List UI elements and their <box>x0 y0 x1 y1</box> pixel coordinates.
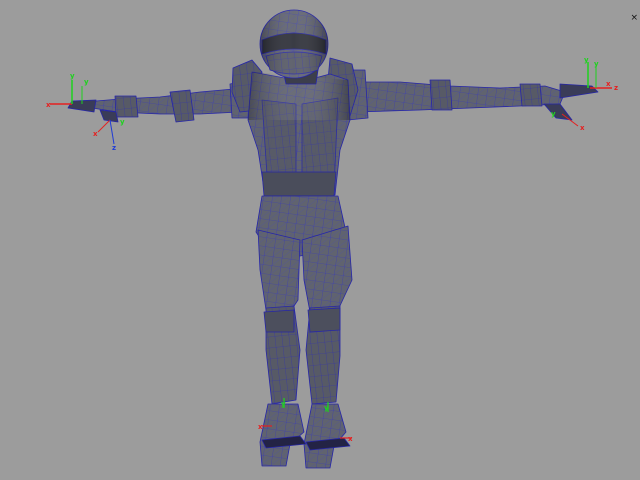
3d-viewport[interactable]: × x y y x z y x z y y y x y x y x <box>0 0 640 480</box>
character-mesh[interactable] <box>67 9 599 469</box>
y-axis-label: y <box>551 110 556 118</box>
x-axis-label: x <box>93 130 98 138</box>
y-axis-label: y <box>281 400 286 408</box>
right-arm-mesh[interactable] <box>344 69 566 121</box>
scene-canvas[interactable]: x y y x z y x z y y y x y x y x <box>0 0 640 480</box>
z-axis-label: z <box>614 84 618 92</box>
x-axis-label: x <box>258 423 263 431</box>
x-axis-label: x <box>348 435 353 443</box>
y-axis-label: y <box>120 118 125 126</box>
x-axis-label: x <box>606 80 611 88</box>
y-axis-label: y <box>584 56 589 64</box>
x-axis-label: x <box>46 101 51 109</box>
y-axis-label: y <box>324 404 329 412</box>
y-axis-label: y <box>594 60 599 68</box>
right-thigh-mesh[interactable] <box>301 225 353 313</box>
right-foot-mesh[interactable] <box>303 403 347 469</box>
y-axis-label: y <box>84 78 89 86</box>
torso-mesh[interactable] <box>247 71 351 197</box>
left-foot-mesh[interactable] <box>259 403 305 467</box>
y-axis-label: y <box>70 72 75 80</box>
helmet-mesh[interactable] <box>259 9 329 79</box>
left-thigh-mesh[interactable] <box>257 229 301 313</box>
z-axis-label: z <box>112 144 116 152</box>
x-axis-label: x <box>580 124 585 132</box>
